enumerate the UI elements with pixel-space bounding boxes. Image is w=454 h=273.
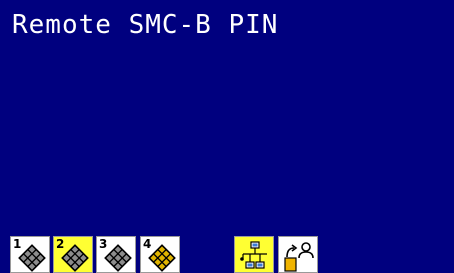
bottom-toolbar: 1 2 3 4 xyxy=(0,236,454,273)
remote-user-icon xyxy=(284,242,314,272)
slot-number: 2 xyxy=(56,237,65,251)
terminal-screen: Remote SMC-B PIN 1 2 3 4 xyxy=(0,0,454,273)
network-button[interactable] xyxy=(234,236,274,273)
remote-user-button[interactable] xyxy=(278,236,318,273)
card-slot-4-button[interactable]: 4 xyxy=(140,236,180,273)
network-icon xyxy=(240,241,267,269)
card-slot-2-button[interactable]: 2 xyxy=(53,236,93,273)
slot-number: 4 xyxy=(143,237,152,251)
screen-title: Remote SMC-B PIN xyxy=(12,10,279,40)
slot-number: 3 xyxy=(99,237,108,251)
card-slot-1-button[interactable]: 1 xyxy=(10,236,50,273)
card-slot-3-button[interactable]: 3 xyxy=(96,236,136,273)
slot-number: 1 xyxy=(13,237,22,251)
